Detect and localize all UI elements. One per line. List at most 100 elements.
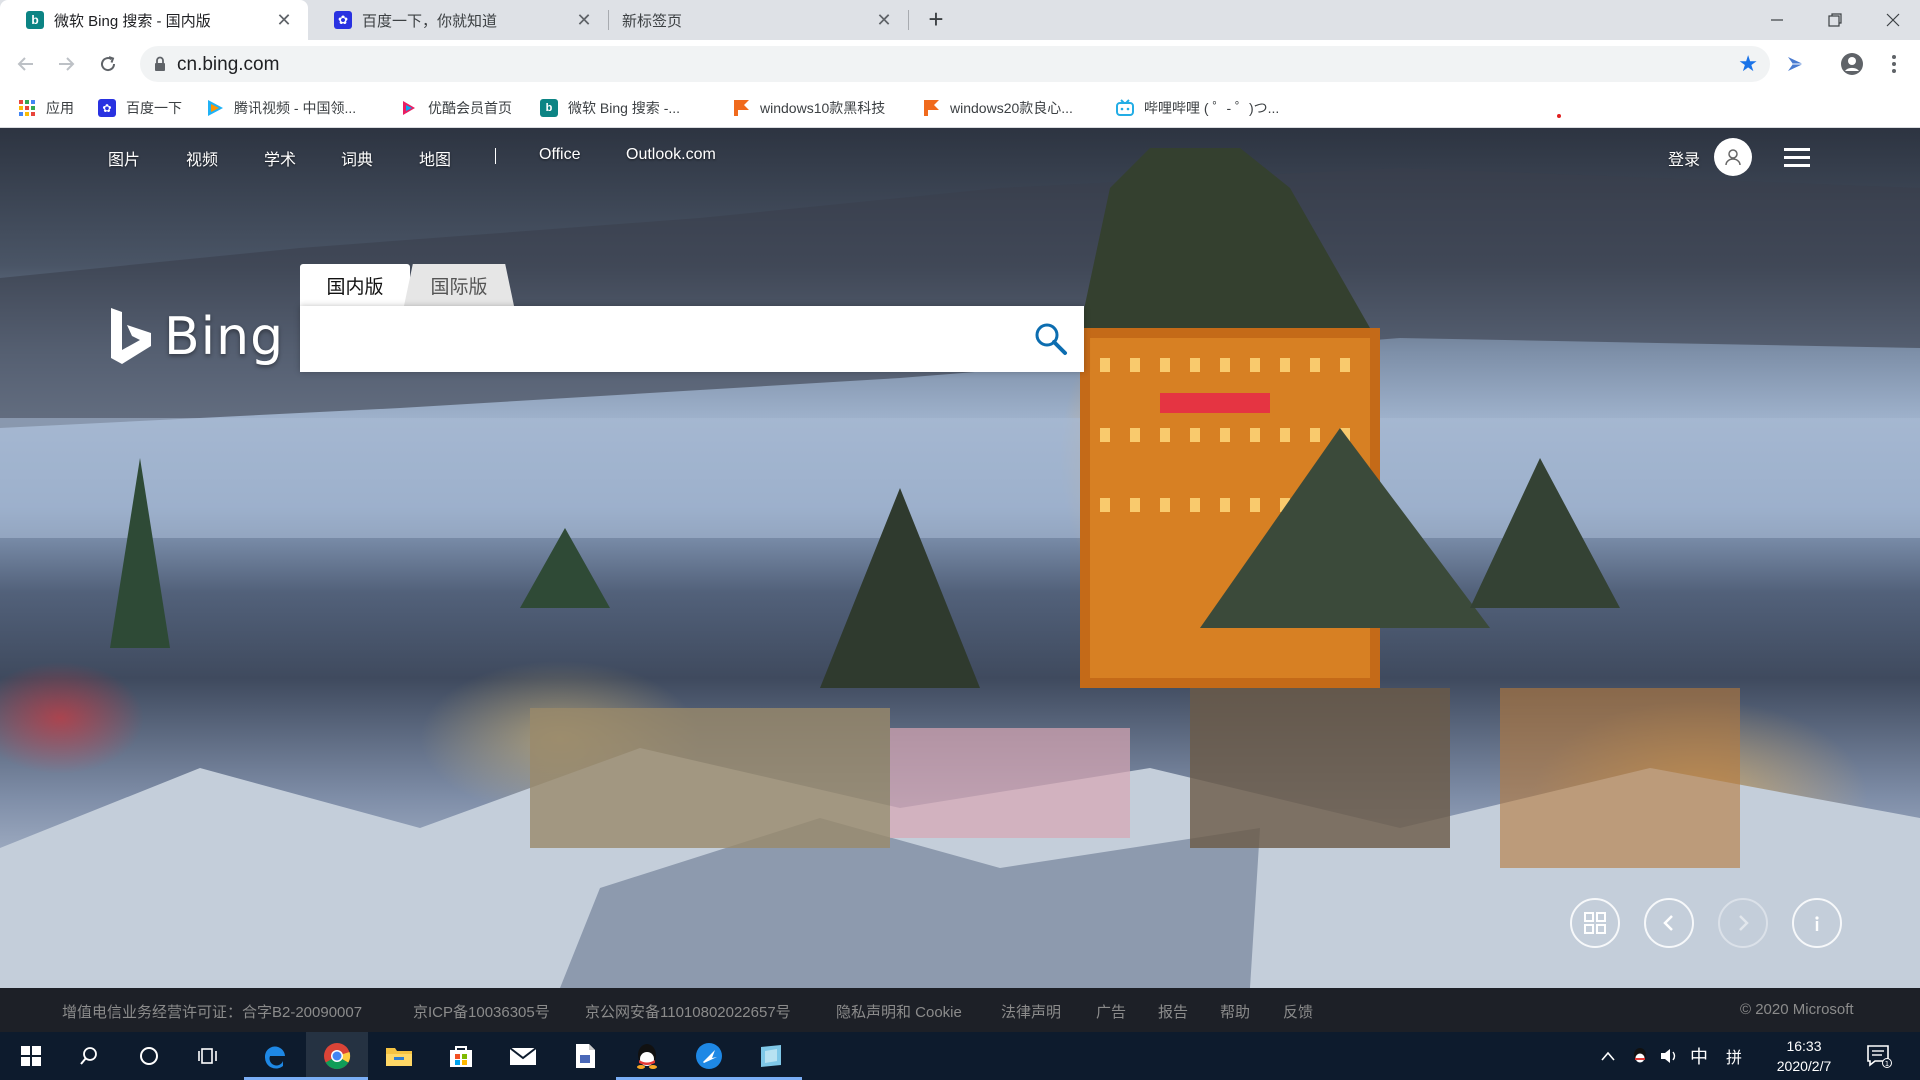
address-bar[interactable]: cn.bing.com ★	[140, 46, 1770, 82]
footer-report[interactable]: 报告	[1158, 1001, 1188, 1022]
forward-button[interactable]	[52, 50, 80, 78]
bookmark-label: 优酷会员首页	[428, 100, 512, 116]
account-icon	[1841, 53, 1863, 75]
tab-separator	[908, 10, 909, 30]
back-button[interactable]	[12, 50, 40, 78]
footer-ads[interactable]: 广告	[1096, 1001, 1126, 1022]
close-icon	[1886, 13, 1900, 27]
chevron-up-icon	[1601, 1051, 1615, 1061]
reload-button[interactable]	[94, 50, 122, 78]
start-button[interactable]	[0, 1032, 62, 1080]
bookmark-windows10[interactable]: windows10款黑科技	[732, 96, 885, 120]
ime-language[interactable]: 中	[1690, 1032, 1708, 1080]
close-icon[interactable]: ✕	[274, 10, 294, 31]
tray-volume[interactable]	[1660, 1032, 1680, 1080]
tray-overflow[interactable]	[1600, 1032, 1616, 1080]
feishu-icon	[696, 1043, 722, 1069]
baidu-icon: ✿	[98, 99, 116, 117]
taskbar-app[interactable]	[740, 1032, 802, 1080]
taskbar-mail[interactable]	[492, 1032, 554, 1080]
hamburger-menu-icon[interactable]	[1784, 148, 1810, 167]
previous-image-button[interactable]	[1644, 898, 1694, 948]
footer-icp[interactable]: 京ICP备10036305号	[413, 1001, 550, 1022]
footer-police-record[interactable]: 京公网安备11010802022657号	[585, 1001, 791, 1022]
minimize-button[interactable]	[1748, 0, 1806, 40]
tab-new[interactable]: 新标签页 ✕	[608, 0, 908, 40]
task-view-button[interactable]	[178, 1032, 240, 1080]
volume-icon	[1661, 1049, 1676, 1063]
tab-international[interactable]: 国际版	[404, 264, 514, 306]
bookmark-baidu[interactable]: ✿ 百度一下	[98, 96, 182, 120]
tencent-video-icon	[208, 100, 223, 116]
nav-office[interactable]: Office	[539, 146, 581, 164]
footer-license[interactable]: 增值电信业务经营许可证：合字B2-20090007	[62, 1001, 362, 1022]
ime-mode[interactable]: 拼	[1726, 1032, 1742, 1080]
menu-button[interactable]	[1880, 50, 1908, 78]
footer-privacy[interactable]: 隐私声明和 Cookie	[836, 1001, 962, 1022]
bookmark-label: 哔哩哔哩 ( ゜- ゜)つ...	[1144, 100, 1280, 116]
footer-legal[interactable]: 法律声明	[1001, 1001, 1061, 1022]
taskbar-feishu[interactable]	[678, 1032, 740, 1080]
cortana-icon	[140, 1047, 158, 1065]
extension-button[interactable]	[1782, 50, 1810, 78]
taskbar-document[interactable]	[554, 1032, 616, 1080]
taskbar-search-button[interactable]	[58, 1032, 120, 1080]
taskbar-qq[interactable]	[616, 1032, 678, 1080]
restore-button[interactable]	[1806, 0, 1864, 40]
bing-wordmark: Bing	[164, 307, 285, 367]
notification-dot	[1557, 114, 1561, 118]
nav-images[interactable]: 图片	[108, 146, 140, 170]
taskbar-edge[interactable]	[244, 1032, 306, 1080]
cortana-button[interactable]	[118, 1032, 180, 1080]
tab-domestic[interactable]: 国内版	[300, 264, 410, 306]
nav-videos[interactable]: 视频	[186, 146, 218, 170]
bookmark-label: 微软 Bing 搜索 -...	[568, 100, 681, 116]
nav-academic[interactable]: 学术	[264, 146, 296, 170]
bookmark-windows20[interactable]: windows20款良心...	[922, 96, 1073, 120]
nav-outlook[interactable]: Outlook.com	[626, 146, 716, 164]
bookmark-tencent-video[interactable]: 腾讯视频 - 中国领...	[206, 96, 356, 120]
profile-button[interactable]	[1838, 50, 1866, 78]
footer-feedback[interactable]: 反馈	[1283, 1001, 1313, 1022]
youku-icon	[403, 101, 415, 115]
grid-icon	[1584, 912, 1606, 934]
forward-arrow-icon	[59, 57, 75, 71]
login-link[interactable]: 登录	[1668, 146, 1700, 170]
apps-grid-icon	[19, 100, 35, 116]
system-clock[interactable]: 16:33 2020/2/7	[1754, 1036, 1854, 1076]
restore-icon	[1828, 13, 1842, 27]
taskbar-store[interactable]	[430, 1032, 492, 1080]
bing-top-nav: 图片 视频 学术 词典 地图 Office Outlook.com 登录	[0, 128, 1920, 184]
avatar[interactable]	[1714, 138, 1752, 176]
browser-toolbar: cn.bing.com ★	[0, 40, 1920, 88]
close-icon[interactable]: ✕	[874, 10, 894, 31]
next-image-button[interactable]	[1718, 898, 1768, 948]
tab-baidu[interactable]: ✿ 百度一下，你就知道 ✕	[308, 0, 608, 40]
new-tab-button[interactable]: +	[922, 6, 950, 34]
footer-help[interactable]: 帮助	[1220, 1001, 1250, 1022]
nav-dictionary[interactable]: 词典	[341, 146, 373, 170]
bookmark-youku[interactable]: 优酷会员首页	[400, 96, 512, 120]
search-input[interactable]	[318, 318, 1018, 360]
image-info-button[interactable]	[1792, 898, 1842, 948]
daily-quiz-button[interactable]	[1570, 898, 1620, 948]
bing-homepage: 图片 视频 学术 词典 地图 Office Outlook.com 登录 Bin…	[0, 128, 1920, 988]
tray-qq[interactable]	[1632, 1032, 1648, 1080]
nav-maps[interactable]: 地图	[419, 146, 451, 170]
bookmark-star-icon[interactable]: ★	[1738, 51, 1758, 77]
bookmark-bing[interactable]: b 微软 Bing 搜索 -...	[540, 96, 680, 120]
taskbar-file-explorer[interactable]	[368, 1032, 430, 1080]
search-icon[interactable]	[1032, 320, 1070, 358]
flag-icon	[924, 100, 939, 116]
bing-footer: 增值电信业务经营许可证：合字B2-20090007 京ICP备10036305号…	[0, 988, 1920, 1032]
close-window-button[interactable]	[1864, 0, 1920, 40]
taskbar-chrome[interactable]	[306, 1032, 368, 1080]
task-view-icon	[198, 1048, 217, 1064]
bookmark-apps[interactable]: 应用	[18, 96, 74, 120]
more-vertical-icon	[1892, 55, 1896, 73]
tab-bing[interactable]: b 微软 Bing 搜索 - 国内版 ✕	[0, 0, 308, 40]
action-center-button[interactable]: 1	[1866, 1032, 1892, 1080]
bookmark-bilibili[interactable]: 哔哩哔哩 ( ゜- ゜)つ...	[1116, 96, 1279, 120]
close-icon[interactable]: ✕	[574, 10, 594, 31]
qq-icon	[1634, 1048, 1646, 1063]
